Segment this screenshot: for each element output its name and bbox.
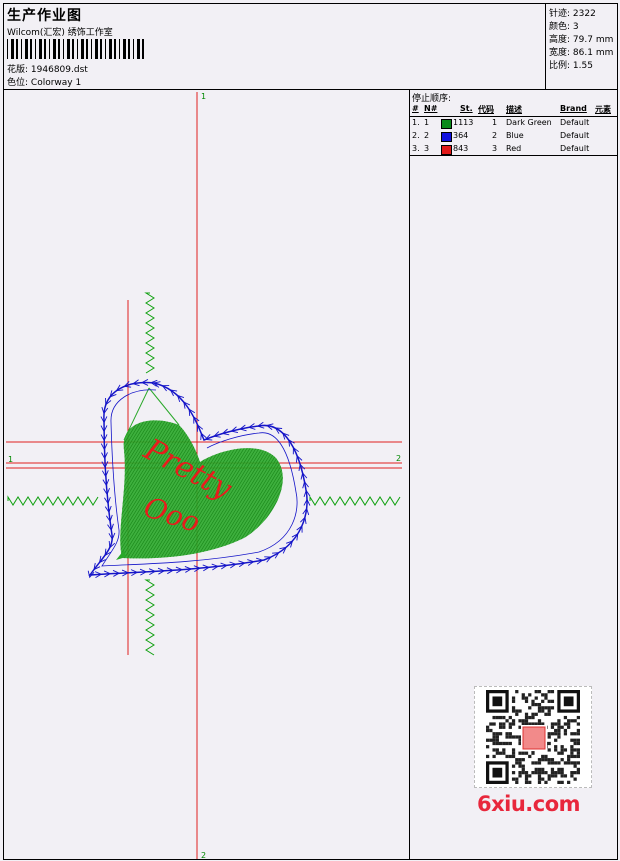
stat-scale: 比例: 1.55 <box>549 61 593 71</box>
axis-label-top: 1 <box>201 92 207 101</box>
stop-cell-code: 3 <box>492 144 498 153</box>
stop-cell-index: 2. <box>412 131 420 140</box>
col-needle: N# <box>424 104 438 113</box>
color-swatch <box>441 145 452 155</box>
stop-sequence-header: # N# St. 代码 描述 Brand 元素 <box>410 103 618 117</box>
colorway-line: 色位: Colorway 1 <box>7 75 81 88</box>
col-brand: Brand <box>560 104 587 113</box>
stop-cell-code: 2 <box>492 131 498 140</box>
stop-cell-code: 1 <box>492 118 498 127</box>
design-file-line: 花版: 1946809.dst <box>7 62 88 75</box>
stop-cell-index: 3. <box>412 144 420 153</box>
stop-cell-needle: 2 <box>424 131 430 140</box>
barcode-icon <box>7 39 144 59</box>
stop-sequence-divider <box>410 155 618 156</box>
watermark-logo: 6xiu.com <box>477 792 581 816</box>
production-worksheet: 生产作业图 Wilcom(汇宏) 绣饰工作室 花版: 1946809.dst 色… <box>3 3 618 860</box>
color-swatch <box>441 119 452 129</box>
stop-cell-brand: Default <box>560 118 590 127</box>
studio-name: Wilcom(汇宏) 绣饰工作室 <box>7 28 113 38</box>
stop-cell-desc: Dark Green <box>506 118 552 127</box>
col-element: 元素 <box>595 105 611 114</box>
stat-width: 宽度: 86.1 mm <box>549 48 614 58</box>
colorway-value: Colorway 1 <box>30 78 82 88</box>
stop-cell-desc: Blue <box>506 131 524 140</box>
page-title: 生产作业图 <box>7 8 82 24</box>
colorway-label: 色位: <box>7 78 29 88</box>
col-code: 代码 <box>478 105 494 114</box>
design-file-label: 花版: <box>7 65 29 75</box>
col-description: 描述 <box>506 105 522 114</box>
stat-colors: 颜色: 3 <box>549 22 579 32</box>
stop-cell-needle: 1 <box>424 118 430 127</box>
worksheet-header: 生产作业图 Wilcom(汇宏) 绣饰工作室 花版: 1946809.dst 色… <box>4 4 617 90</box>
stat-stitches: 针迹: 2322 <box>549 9 596 19</box>
stop-row: 1. 1 1113 1 Dark Green Default <box>410 117 618 130</box>
design-file-value: 1946809.dst <box>30 65 88 75</box>
axis-label-right: 2 <box>396 454 402 463</box>
col-stitches: St. <box>460 104 473 113</box>
stop-cell-desc: Red <box>506 144 522 153</box>
design-canvas: Pretty Ooo 1 2 1 2 <box>4 90 408 860</box>
stop-cell-stitches: 364 <box>453 131 469 140</box>
stop-cell-brand: Default <box>560 144 590 153</box>
stop-row: 2. 2 364 2 Blue Default <box>410 130 618 143</box>
color-swatch <box>441 132 452 142</box>
axis-label-bottom: 2 <box>201 851 207 860</box>
axis-label-left: 1 <box>8 455 14 464</box>
stop-cell-stitches: 1113 <box>453 118 474 127</box>
embroidery-design: Pretty Ooo <box>6 92 402 859</box>
stop-cell-brand: Default <box>560 131 590 140</box>
stop-cell-stitches: 843 <box>453 144 469 153</box>
qr-code-icon <box>474 686 592 788</box>
stop-cell-needle: 3 <box>424 144 430 153</box>
stat-height: 高度: 79.7 mm <box>549 35 614 45</box>
col-index: # <box>412 104 419 113</box>
stop-cell-index: 1. <box>412 118 420 127</box>
design-stats: 针迹: 2322 颜色: 3 高度: 79.7 mm 宽度: 86.1 mm 比… <box>545 4 618 89</box>
